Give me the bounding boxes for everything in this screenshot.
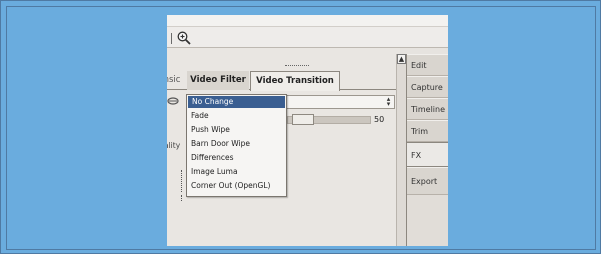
quality-label: ality [167,141,181,150]
vertical-scrollbar[interactable]: ▲ [396,54,406,246]
slider-value: 50 [374,115,385,124]
scroll-up-arrow-icon[interactable]: ▲ [397,54,406,64]
tab-export[interactable]: Export [407,167,448,195]
dropdown-item-differences[interactable]: Differences [187,152,286,164]
updown-arrow-icon: ▴ ▾ [386,95,391,108]
tab-edit[interactable]: Edit [407,54,448,76]
toolbar [167,26,448,48]
mode-tab-panel: Edit Capture Timeline Trim FX Export [406,54,448,246]
tree-connector [181,170,182,192]
tree-connector [181,195,182,201]
transition-select[interactable]: ▴ ▾ [285,95,395,109]
zoom-in-icon[interactable] [177,31,191,45]
tab-timeline[interactable]: Timeline [407,98,448,120]
tab-trim[interactable]: Trim [407,120,448,142]
dropdown-item-corner-out[interactable]: Corner Out (OpenGL) [187,180,286,192]
panel-grip[interactable] [285,65,309,68]
tab-capture[interactable]: Capture [407,76,448,98]
app-window: nsic Video Filter Video Transition ▴▾ 50… [167,15,448,246]
dropdown-item-image-luma[interactable]: Image Luma [187,166,286,178]
tab-fx[interactable]: FX [406,142,448,167]
tab-basic[interactable]: nsic [167,71,183,90]
top-strip [167,15,448,26]
dropdown-item-fade[interactable]: Fade [187,110,286,122]
effect-tab-bar: nsic Video Filter Video Transition [167,71,396,91]
dropdown-item-barn-door-wipe[interactable]: Barn Door Wipe [187,138,286,150]
tab-video-transition[interactable]: Video Transition [250,71,340,91]
dropdown-item-push-wipe[interactable]: Push Wipe [187,124,286,136]
slider-handle[interactable] [292,114,314,125]
transition-dropdown: No Change Fade Push Wipe Barn Door Wipe … [186,94,287,197]
tab-video-filter[interactable]: Video Filter [187,71,249,90]
toolbar-separator [171,33,172,44]
dropdown-item-no-change[interactable]: No Change [188,96,285,108]
link-icon [167,97,179,105]
page-frame: nsic Video Filter Video Transition ▴▾ 50… [0,0,601,254]
